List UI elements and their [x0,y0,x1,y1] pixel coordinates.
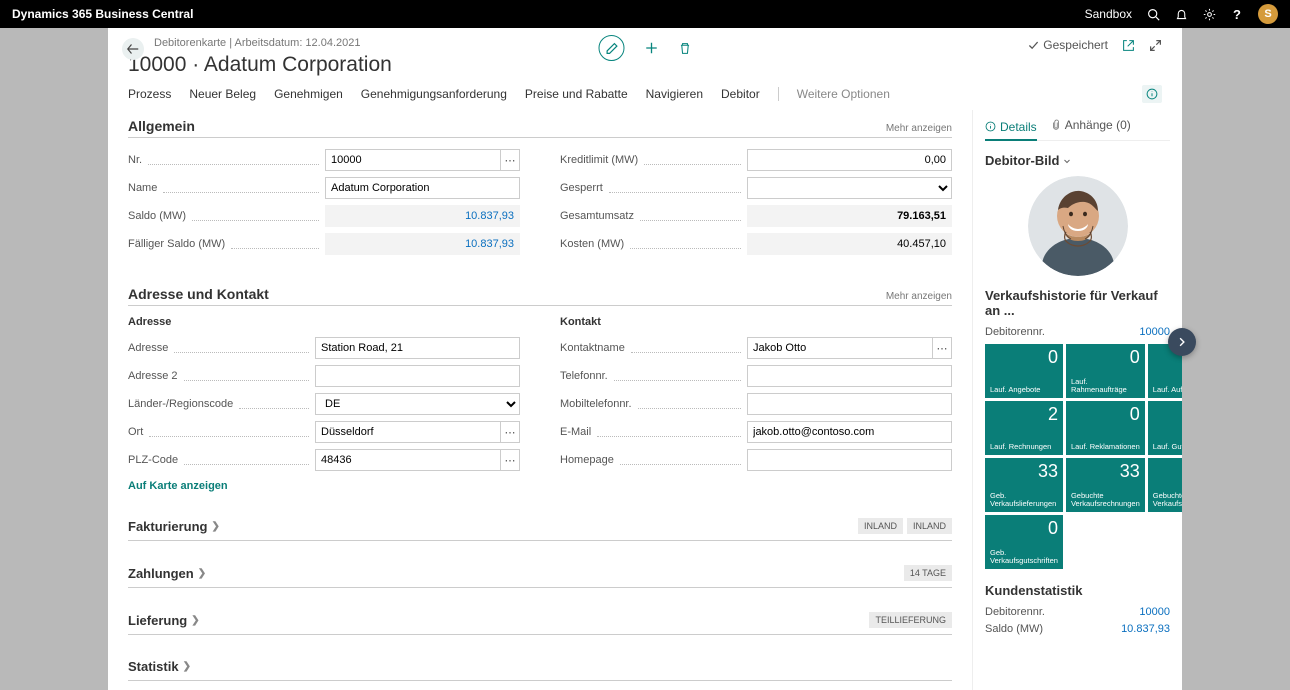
tile[interactable]: 0Lauf. Reklamationen [1066,401,1145,455]
search-icon[interactable] [1146,7,1160,21]
user-avatar[interactable]: S [1258,4,1278,24]
new-button[interactable] [645,41,659,55]
action-genehmigungsanforderung[interactable]: Genehmigungsanforderung [361,87,507,101]
tab-attachments[interactable]: Anhänge (0) [1051,118,1131,136]
faellig-value[interactable]: 10.837,93 [325,233,520,255]
environment-badge: Sandbox [1085,7,1132,21]
tile[interactable]: 0Lauf. Gutschriften [1148,401,1182,455]
action-navigieren[interactable]: Navigieren [646,87,703,101]
ort-input[interactable] [315,421,500,443]
section-general: AllgemeinMehr anzeigen [128,118,952,138]
info-icon[interactable] [1142,85,1162,103]
section-zahlungen[interactable]: Zahlungen❯14 TAGE [128,559,952,588]
nr-input[interactable] [325,149,500,171]
saldo-value[interactable]: 10.837,93 [325,205,520,227]
plz-lookup[interactable]: ⋯ [500,449,520,471]
kreditlimit-input[interactable] [747,149,952,171]
kontakt-input[interactable] [747,337,932,359]
show-more[interactable]: Mehr anzeigen [886,123,952,134]
tile[interactable]: 0Geb. Verkaufsgutschriften [985,515,1063,569]
back-button[interactable] [122,38,144,60]
action-neuer-beleg[interactable]: Neuer Beleg [189,87,256,101]
action-genehmigen[interactable]: Genehmigen [274,87,343,101]
debitor-bild-header[interactable]: Debitor-Bild [985,153,1170,168]
sales-history-header[interactable]: Verkaufshistorie für Verkauf an ... [985,288,1170,318]
page: Debitorenkarte | Arbeitsdatum: 12.04.202… [108,28,1182,690]
mobil-input[interactable] [747,393,952,415]
kosten-value[interactable]: 40.457,10 [747,233,952,255]
delete-button[interactable] [679,42,692,55]
tile[interactable]: 2Lauf. Rechnungen [985,401,1063,455]
more-options[interactable]: Weitere Optionen [797,87,890,101]
tile[interactable]: 0Gebuchte Verkaufsrücksendungen [1148,458,1182,512]
section-statistik[interactable]: Statistik❯ [128,653,952,681]
name-input[interactable] [325,177,520,199]
tile[interactable]: 0Lauf. Rahmenaufträge [1066,344,1145,398]
action-prozess[interactable]: Prozess [128,87,171,101]
adresse-input[interactable] [315,337,520,359]
kundenstatistik-header[interactable]: Kundenstatistik [985,583,1170,598]
collapse-icon[interactable] [1149,39,1162,52]
customer-photo [1028,176,1128,276]
ort-lookup[interactable]: ⋯ [500,421,520,443]
tel-input[interactable] [747,365,952,387]
plz-input[interactable] [315,449,500,471]
gear-icon[interactable] [1202,7,1216,21]
edit-button[interactable] [599,35,625,61]
page-header: Debitorenkarte | Arbeitsdatum: 12.04.202… [108,28,1182,77]
gesperrt-select[interactable] [747,177,952,199]
product-name: Dynamics 365 Business Central [12,7,193,21]
expand-arrow[interactable] [1168,328,1196,356]
email-input[interactable] [747,421,952,443]
tile[interactable]: 0Lauf. Angebote [985,344,1063,398]
help-icon[interactable]: ? [1230,7,1244,21]
debitorennr-link[interactable]: 10000 [1139,326,1170,338]
saved-indicator: Gespeichert [1028,38,1108,52]
main-content: AllgemeinMehr anzeigen Nr.⋯ Name Saldo (… [108,110,972,690]
tile[interactable]: 33Gebuchte Verkaufsrechnungen [1066,458,1145,512]
factbox: Details Anhänge (0) Debitor-Bild Verkauf… [972,110,1182,690]
section-fakturierung[interactable]: Fakturierung❯INLANDINLAND [128,512,952,541]
map-link[interactable]: Auf Karte anzeigen [128,480,228,492]
land-select[interactable]: DE [315,393,520,415]
kontakt-lookup[interactable]: ⋯ [932,337,952,359]
top-bar: Dynamics 365 Business Central Sandbox ? … [0,0,1290,28]
popout-icon[interactable] [1122,39,1135,52]
action-preise[interactable]: Preise und Rabatte [525,87,628,101]
homepage-input[interactable] [747,449,952,471]
action-debitor[interactable]: Debitor [721,87,760,101]
nr-lookup[interactable]: ⋯ [500,149,520,171]
adresse2-input[interactable] [315,365,520,387]
umsatz-value[interactable]: 79.163,51 [747,205,952,227]
tile[interactable]: 33Geb. Verkaufslieferungen [985,458,1063,512]
action-bar: Prozess Neuer Beleg Genehmigen Genehmigu… [108,77,1182,110]
bell-icon[interactable] [1174,7,1188,21]
tab-details[interactable]: Details [985,118,1037,141]
section-lieferung[interactable]: Lieferung❯Teillieferung [128,606,952,635]
